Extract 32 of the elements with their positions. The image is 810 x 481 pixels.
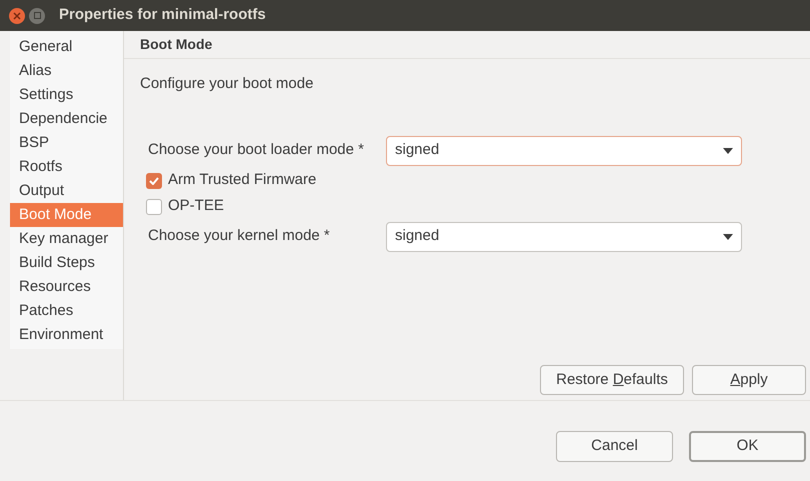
sidebar-item[interactable]: Rootfs: [10, 155, 123, 179]
checkbox-label: Arm Trusted Firmware: [168, 170, 316, 190]
dropdown[interactable]: signed: [386, 136, 742, 166]
field-label: Choose your kernel mode *: [147, 226, 331, 246]
sidebar-item[interactable]: Dependencie: [10, 107, 123, 131]
page-description: Configure your boot mode: [139, 74, 314, 94]
dropdown[interactable]: signed: [386, 222, 742, 252]
dialog-button[interactable]: Cancel: [556, 430, 673, 462]
dropdown-caret-icon: [723, 234, 733, 240]
page-title: Boot Mode: [140, 35, 212, 54]
window-title: Properties for minimal-rootfs: [59, 5, 266, 26]
checkbox[interactable]: [146, 172, 162, 188]
sidebar-item[interactable]: Patches: [10, 299, 123, 323]
sidebar-item[interactable]: Settings: [10, 83, 123, 107]
sidebar-item[interactable]: BSP: [10, 131, 123, 155]
checkmark-icon: [149, 176, 159, 184]
sidebar-item[interactable]: Key manager: [10, 227, 123, 251]
dropdown-caret-icon: [723, 148, 733, 154]
sidebar-item[interactable]: Alias: [10, 59, 123, 83]
sidebar-item[interactable]: Environment: [10, 323, 123, 347]
sidebar-item[interactable]: Resources: [10, 275, 123, 299]
action-button[interactable]: Apply: [692, 365, 806, 395]
close-icon[interactable]: [9, 8, 25, 24]
dialog-button[interactable]: OK: [689, 430, 806, 462]
sidebar-item[interactable]: General: [10, 35, 123, 59]
checkbox-label: OP-TEE: [168, 196, 224, 216]
minimize-icon[interactable]: [29, 8, 45, 24]
action-button[interactable]: Restore Defaults: [540, 365, 684, 395]
sidebar-item[interactable]: Build Steps: [10, 251, 123, 275]
checkbox[interactable]: [146, 198, 162, 214]
field-label: Choose your boot loader mode *: [147, 140, 365, 160]
sidebar-item[interactable]: Output: [10, 179, 123, 203]
